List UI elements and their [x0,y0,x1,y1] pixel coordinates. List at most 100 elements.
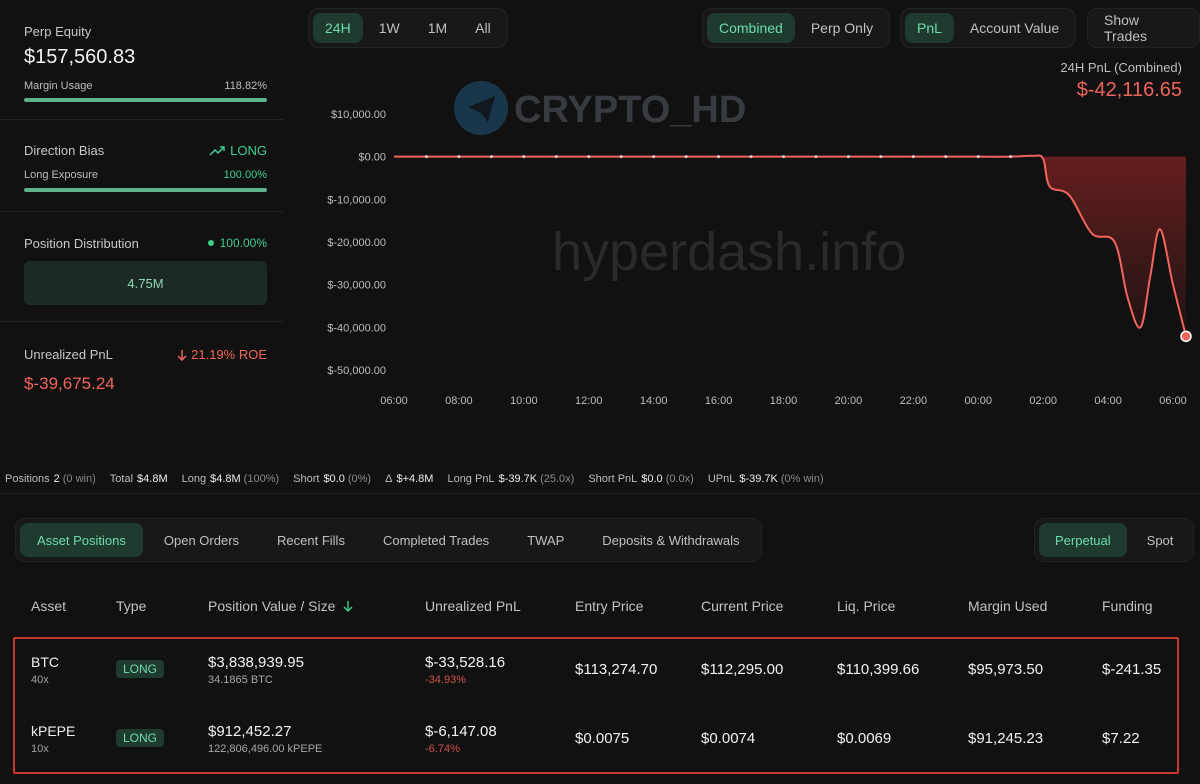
col-header-type[interactable]: Type [116,598,146,614]
position-type-badge: LONG [116,729,165,747]
liq-price: $0.0069 [837,730,892,747]
mode-perp-only[interactable]: Perp Only [799,13,885,43]
x-tick-label: 14:00 [640,395,668,407]
arrow-down-icon [177,349,187,361]
data-point [424,155,428,159]
long-exposure-value: 100.00% [223,169,267,181]
direction-bias-value: LONG [230,143,267,158]
unrealized-roe-value: 21.19% ROE [191,347,267,362]
col-header-position-value[interactable]: Position Value / Size [208,598,353,614]
data-point [489,155,493,159]
tab-deposits-withdrawals[interactable]: Deposits & Withdrawals [585,523,756,557]
unrealized-pnl-value: $-39,675.24 [24,374,115,393]
range-1w[interactable]: 1W [367,13,412,43]
position-tabs: Asset Positions Open Orders Recent Fills… [15,518,762,562]
sort-arrow-down-icon [343,601,353,612]
entry-price: $113,274.70 [575,661,658,678]
data-point [976,155,980,159]
perp-equity-label: Perp Equity [24,24,92,39]
trending-up-icon [209,145,225,156]
unrealized-pnl: $-6,147.08 [425,723,497,740]
x-tick-label: 06:00 [1159,395,1187,407]
margin-used: $91,245.23 [968,730,1044,747]
market-type-selector: Perpetual Spot [1034,518,1195,562]
account-summary-panel: Perp Equity $157,560.83 Margin Usage 118… [0,0,290,442]
funding: $-241.35 [1102,661,1162,678]
col-header-funding[interactable]: Funding [1102,598,1153,614]
margin-usage-value: 118.82% [224,80,267,92]
show-trades-control: Show Trades [1087,8,1200,48]
summary-long: Long $4.8M (100%) [181,472,280,485]
dot-icon [207,240,214,246]
summary-short-pnl: Short PnL $0.0 (0.0x) [588,472,694,485]
col-header-liq-price[interactable]: Liq. Price [837,598,895,614]
highlight-box [13,637,1179,774]
x-axis: 06:00 08:00 10:00 12:00 14:00 16:00 18:00 20:00… [380,395,1187,407]
tab-perpetual[interactable]: Perpetual [1039,523,1127,557]
range-1m[interactable]: 1M [416,13,459,43]
leverage: 40x [31,674,49,686]
current-price: $112,295.00 [701,661,784,678]
x-tick-label: 10:00 [510,395,538,407]
summary-total: Total $4.8M [109,472,168,485]
tab-recent-fills[interactable]: Recent Fills [260,523,362,557]
brand-watermark-text: CRYPTO_HD [514,89,746,131]
summary-delta: Δ $+4.8M [385,472,434,485]
tab-asset-positions[interactable]: Asset Positions [20,523,143,557]
show-trades-button[interactable]: Show Trades [1092,12,1195,44]
tab-spot[interactable]: Spot [1131,523,1190,557]
unrealized-pnl-percent: -34.93% [425,674,466,686]
col-header-margin-used[interactable]: Margin Used [968,598,1047,614]
summary-upnl: UPnL $-39.7K (0% win) [707,472,824,485]
direction-bias-label: Direction Bias [24,143,105,158]
tab-open-orders[interactable]: Open Orders [147,523,256,557]
summary-positions: Positions 2 (0 win) [5,472,96,485]
last-point-marker[interactable] [1180,330,1192,343]
x-tick-label: 20:00 [835,395,863,407]
long-exposure-label: Long Exposure [24,169,98,181]
brand-watermark: CRYPTO_HD [454,81,746,135]
x-tick-label: 00:00 [964,395,992,407]
col-header-entry-price[interactable]: Entry Price [575,598,643,614]
asset-name: BTC [31,654,59,670]
position-size: 122,806,496.00 kPEPE [208,743,323,755]
position-distribution-bar[interactable]: 4.75M [24,261,267,305]
data-point [879,155,883,159]
y-tick-label: $-20,000.00 [327,237,386,249]
data-point [782,155,786,159]
y-tick-label: $-40,000.00 [327,322,386,334]
col-header-position-value-label: Position Value / Size [208,598,336,614]
x-tick-label: 04:00 [1094,395,1122,407]
data-point [944,155,948,159]
range-all[interactable]: All [463,13,503,43]
data-point [522,155,526,159]
x-tick-label: 18:00 [770,395,798,407]
x-tick-label: 12:00 [575,395,603,407]
tab-completed-trades[interactable]: Completed Trades [366,523,506,557]
col-header-unrealized-pnl[interactable]: Unrealized PnL [425,598,521,614]
data-point [652,155,656,159]
data-point [554,155,558,159]
tab-twap[interactable]: TWAP [510,523,581,557]
y-tick-label: $10,000.00 [331,109,386,121]
data-point [619,155,623,159]
data-point [1009,155,1013,159]
position-type-badge: LONG [116,660,165,678]
unrealized-pnl-label: Unrealized PnL [24,347,113,362]
position-distribution-label: Position Distribution [24,236,139,251]
liq-price: $110,399.66 [837,661,920,678]
margin-usage-label: Margin Usage [24,80,93,92]
pnl-chart-panel: CRYPTO_HD hyperdash.info $10,000.00 $0.00… [290,0,1200,442]
metric-account-value[interactable]: Account Value [958,13,1071,43]
col-header-asset[interactable]: Asset [31,598,66,614]
mode-combined[interactable]: Combined [707,13,795,43]
unrealized-pnl: $-33,528.16 [425,654,506,671]
col-header-current-price[interactable]: Current Price [701,598,783,614]
metric-pnl[interactable]: PnL [905,13,954,43]
summary-short: Short $0.0 (0%) [293,472,372,485]
long-exposure-bar-fill [24,188,267,192]
divider [0,211,284,212]
range-24h[interactable]: 24H [313,13,363,43]
chart-header-value: $-42,116.65 [1076,79,1182,101]
perp-equity-value: $157,560.83 [24,46,136,68]
